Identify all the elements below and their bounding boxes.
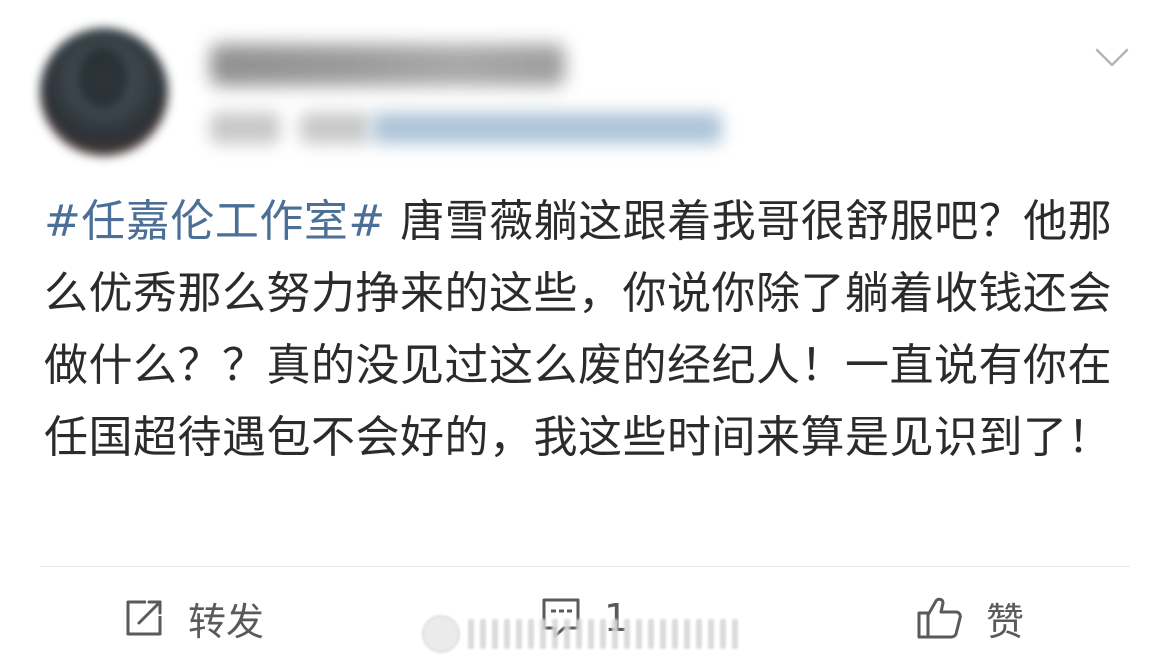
- username-redacted[interactable]: [210, 44, 565, 86]
- divider: [40, 566, 1130, 567]
- like-label: 赞: [986, 599, 1025, 644]
- chevron-down-icon[interactable]: [1094, 40, 1130, 76]
- thumbs-up-icon: [917, 597, 962, 639]
- watermark-circle: [422, 615, 460, 653]
- post-source-prefix-redacted: [300, 112, 370, 144]
- watermark-logo: [422, 612, 752, 656]
- post-body: #任嘉伦工作室# 唐雪薇躺这跟着我哥很舒服吧？他那么优秀那么努力挣来的这些，你说…: [44, 186, 1134, 474]
- hashtag-link[interactable]: #任嘉伦工作室#: [44, 196, 386, 247]
- post-device-redacted[interactable]: [372, 112, 722, 144]
- avatar[interactable]: [40, 28, 168, 156]
- watermark-strokes: [468, 619, 738, 649]
- post-time-redacted: [210, 112, 280, 144]
- repost-label: 转发: [188, 599, 265, 644]
- weibo-post-card: #任嘉伦工作室# 唐雪薇躺这跟着我哥很舒服吧？他那么优秀那么努力挣来的这些，你说…: [0, 0, 1170, 666]
- like-button[interactable]: 赞: [916, 592, 1024, 644]
- edit-share-icon: [126, 600, 162, 636]
- repost-button[interactable]: 转发: [122, 592, 264, 644]
